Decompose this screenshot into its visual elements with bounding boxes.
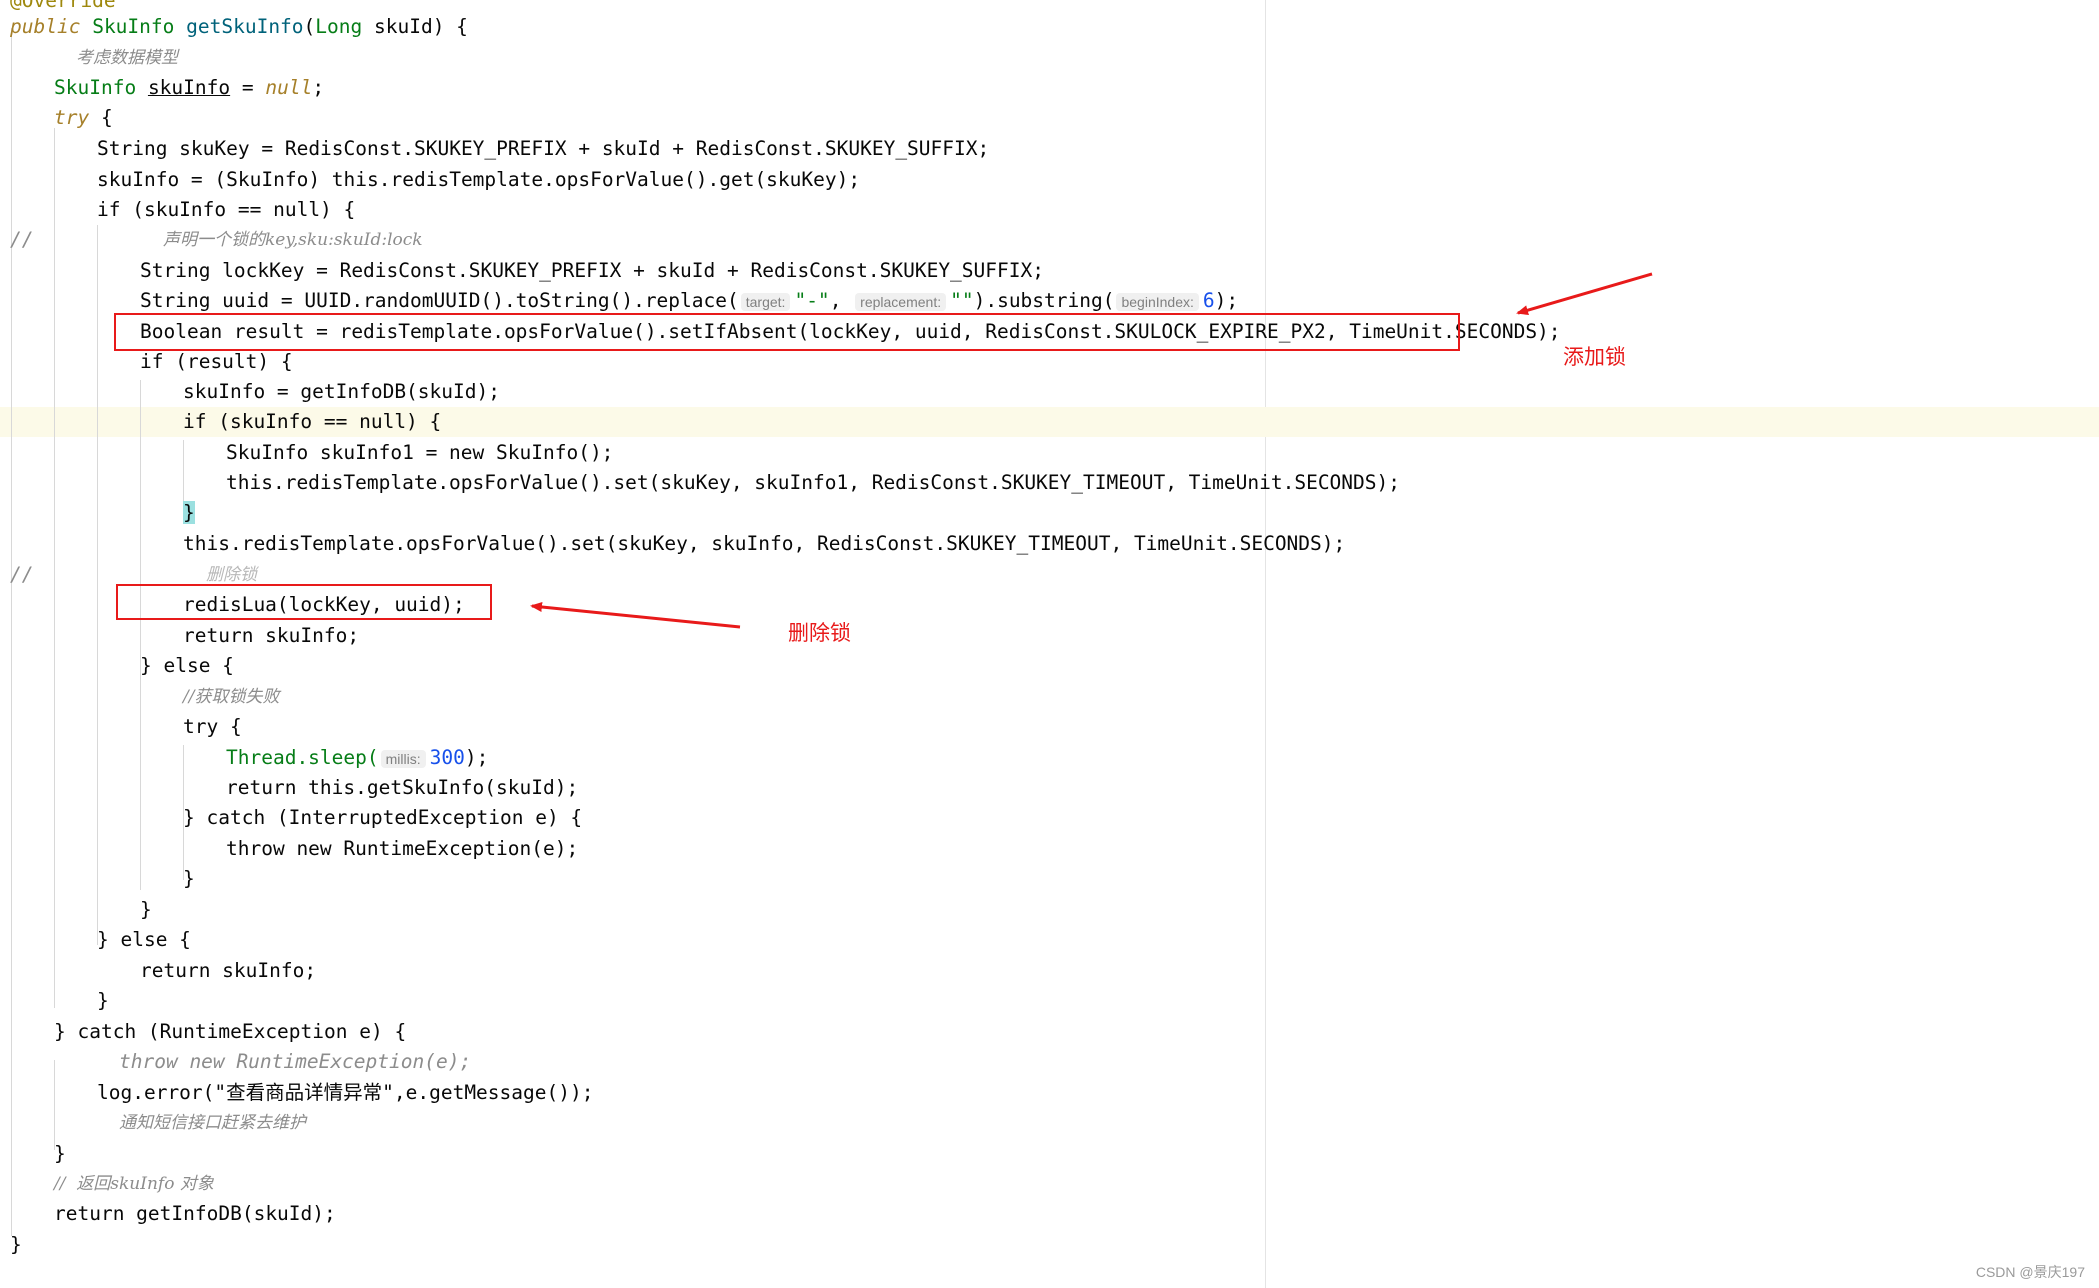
code-line: try { [183,715,242,738]
code-line: return this.getSkuInfo(skuId); [226,776,579,799]
code-comment: // 返回skuInfo 对象 [54,1174,214,1194]
code-line: } [140,898,152,921]
indent-guide [54,128,55,1008]
code-line-method-signature: public SkuInfo getSkuInfo(Long skuId) { [10,15,468,38]
code-comment: throw new RuntimeException(e); [119,1050,472,1073]
right-margin-guide [1265,0,1266,1288]
indent-guide [11,28,12,1236]
code-line-current: if (skuInfo == null) { [183,410,442,433]
indent-guide [97,225,98,945]
code-line: log.error("查看商品详情异常",e.getMessage()); [97,1081,594,1104]
param-hint: target: [740,293,791,311]
code-line: } [54,1142,66,1165]
code-line: this.redisTemplate.opsForValue().set(sku… [183,532,1346,555]
code-line: } else { [97,928,191,951]
code-line: skuInfo = getInfoDB(skuId); [183,380,500,403]
code-line: SkuInfo skuInfo = null; [54,76,325,99]
code-line: } [97,989,109,1012]
code-line: return getInfoDB(skuId); [54,1202,336,1225]
code-comment: 通知短信接口赶紧去维护 [119,1113,306,1133]
code-line: skuInfo = (SkuInfo) this.redisTemplate.o… [97,168,861,191]
code-line: } [10,1233,22,1256]
code-line: if (result) { [140,350,293,373]
code-line: throw new RuntimeException(e); [226,837,579,860]
arrow-add-lock [1516,272,1653,316]
code-line: this.redisTemplate.opsForValue().set(sku… [226,471,1400,494]
code-line: } [183,867,195,890]
comment-slashes: // [10,563,34,586]
code-line: } else { [140,654,234,677]
code-comment: 声明一个锁的key,sku:skuId:lock [163,230,423,250]
code-comment: //获取锁失败 [183,687,280,707]
code-line: return skuInfo; [183,624,360,647]
highlight-box-add-lock [114,313,1460,351]
comment-slashes: // [10,228,34,251]
indent-guide [54,1060,55,1150]
code-line: } catch (RuntimeException e) { [54,1020,407,1043]
indent-guide [140,380,141,890]
code-line: if (skuInfo == null) { [97,198,356,221]
code-line-sleep: Thread.sleep(millis: 300); [226,746,489,769]
code-comment: 考虑数据模型 [76,48,178,68]
param-hint: beginIndex: [1116,293,1199,311]
code-line: try { [54,106,113,129]
param-hint: millis: [380,750,426,768]
param-hint: replacement: [855,293,947,311]
code-line-uuid: String uuid = UUID.randomUUID().toString… [140,289,1239,312]
code-line: SkuInfo skuInfo1 = new SkuInfo(); [226,441,614,464]
code-line: } catch (InterruptedException e) { [183,806,583,829]
arrow-delete-lock [530,602,741,629]
code-line: return skuInfo; [140,959,317,982]
watermark: CSDN @景庆197 [1975,1264,2085,1280]
code-editor[interactable]: @Override public SkuInfo getSkuInfo(Long… [0,0,2099,1288]
code-line: String skuKey = RedisConst.SKUKEY_PREFIX… [97,137,990,160]
annotation-delete-lock: 删除锁 [788,622,851,645]
annotation-add-lock: 添加锁 [1563,346,1626,369]
code-line-brace: } [183,501,195,524]
code-line: String lockKey = RedisConst.SKUKEY_PREFI… [140,259,1044,282]
highlight-box-delete-lock [116,584,492,620]
